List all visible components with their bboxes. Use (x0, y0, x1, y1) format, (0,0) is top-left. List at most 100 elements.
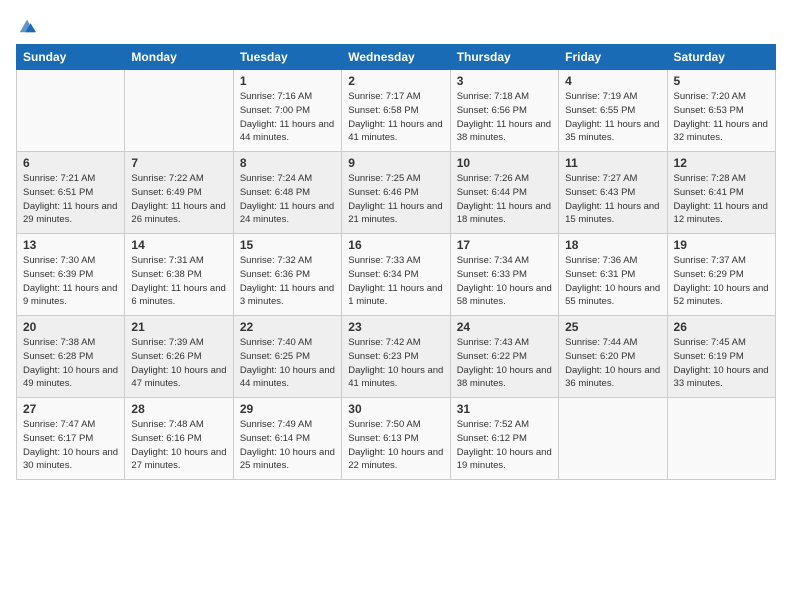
day-number: 27 (23, 402, 118, 416)
day-cell: 17 Sunrise: 7:34 AMSunset: 6:33 PMDayligh… (450, 234, 558, 316)
day-info: Sunrise: 7:48 AMSunset: 6:16 PMDaylight:… (131, 418, 226, 473)
day-number: 31 (457, 402, 552, 416)
day-cell: 12 Sunrise: 7:28 AMSunset: 6:41 PMDayligh… (667, 152, 775, 234)
day-cell: 29Sunrise: 7:49 AMSunset: 6:14 PMDayligh… (233, 398, 341, 480)
weekday-header-monday: Monday (125, 45, 233, 70)
day-info: Sunrise: 7:37 AMSunset: 6:29 PMDaylight:… (674, 254, 769, 309)
day-cell (125, 70, 233, 152)
day-cell: 8 Sunrise: 7:24 AMSunset: 6:48 PMDaylight… (233, 152, 341, 234)
day-cell: 9 Sunrise: 7:25 AMSunset: 6:46 PMDaylight… (342, 152, 450, 234)
day-info: Sunrise: 7:38 AMSunset: 6:28 PMDaylight:… (23, 336, 118, 391)
day-cell: 16Sunrise: 7:33 AMSunset: 6:34 PMDayligh… (342, 234, 450, 316)
day-cell: 13 Sunrise: 7:30 AMSunset: 6:39 PMDayligh… (17, 234, 125, 316)
weekday-header-tuesday: Tuesday (233, 45, 341, 70)
day-number: 14 (131, 238, 226, 252)
day-info: Sunrise: 7:52 AMSunset: 6:12 PMDaylight:… (457, 418, 552, 473)
day-cell: 26 Sunrise: 7:45 AMSunset: 6:19 PMDayligh… (667, 316, 775, 398)
day-cell: 31 Sunrise: 7:52 AMSunset: 6:12 PMDayligh… (450, 398, 558, 480)
day-number: 25 (565, 320, 660, 334)
day-cell: 21 Sunrise: 7:39 AMSunset: 6:26 PMDayligh… (125, 316, 233, 398)
day-info: Sunrise: 7:42 AMSunset: 6:23 PMDaylight:… (348, 336, 443, 391)
day-number: 6 (23, 156, 118, 170)
day-number: 17 (457, 238, 552, 252)
day-number: 28 (131, 402, 226, 416)
day-number: 5 (674, 74, 769, 88)
day-cell: 10 Sunrise: 7:26 AMSunset: 6:44 PMDayligh… (450, 152, 558, 234)
day-cell: 1Sunrise: 7:16 AMSunset: 7:00 PMDaylight… (233, 70, 341, 152)
day-info: Sunrise: 7:50 AMSunset: 6:13 PMDaylight:… (348, 418, 443, 473)
day-info: Sunrise: 7:22 AMSunset: 6:49 PMDaylight:… (131, 172, 226, 227)
day-number: 2 (348, 74, 443, 88)
day-info: Sunrise: 7:36 AMSunset: 6:31 PMDaylight:… (565, 254, 660, 309)
day-info: Sunrise: 7:34 AMSunset: 6:33 PMDaylight:… (457, 254, 552, 309)
day-number: 22 (240, 320, 335, 334)
header (16, 16, 776, 34)
day-info: Sunrise: 7:31 AMSunset: 6:38 PMDaylight:… (131, 254, 226, 309)
week-row-5: 27 Sunrise: 7:47 AMSunset: 6:17 PMDayligh… (17, 398, 776, 480)
day-info: Sunrise: 7:25 AMSunset: 6:46 PMDaylight:… (348, 172, 443, 227)
day-info: Sunrise: 7:19 AMSunset: 6:55 PMDaylight:… (565, 90, 660, 145)
day-info: Sunrise: 7:28 AMSunset: 6:41 PMDaylight:… (674, 172, 769, 227)
day-number: 24 (457, 320, 552, 334)
day-number: 21 (131, 320, 226, 334)
page: SundayMondayTuesdayWednesdayThursdayFrid… (0, 0, 792, 612)
day-info: Sunrise: 7:26 AMSunset: 6:44 PMDaylight:… (457, 172, 552, 227)
weekday-header-row: SundayMondayTuesdayWednesdayThursdayFrid… (17, 45, 776, 70)
day-cell: 6 Sunrise: 7:21 AMSunset: 6:51 PMDaylight… (17, 152, 125, 234)
day-cell: 3 Sunrise: 7:18 AMSunset: 6:56 PMDaylight… (450, 70, 558, 152)
day-info: Sunrise: 7:32 AMSunset: 6:36 PMDaylight:… (240, 254, 335, 309)
week-row-3: 13 Sunrise: 7:30 AMSunset: 6:39 PMDayligh… (17, 234, 776, 316)
logo (16, 16, 36, 34)
day-cell: 2 Sunrise: 7:17 AMSunset: 6:58 PMDaylight… (342, 70, 450, 152)
day-info: Sunrise: 7:40 AMSunset: 6:25 PMDaylight:… (240, 336, 335, 391)
day-cell: 23Sunrise: 7:42 AMSunset: 6:23 PMDayligh… (342, 316, 450, 398)
day-number: 12 (674, 156, 769, 170)
day-info: Sunrise: 7:45 AMSunset: 6:19 PMDaylight:… (674, 336, 769, 391)
day-info: Sunrise: 7:44 AMSunset: 6:20 PMDaylight:… (565, 336, 660, 391)
weekday-header-sunday: Sunday (17, 45, 125, 70)
logo-icon (18, 16, 36, 34)
day-number: 10 (457, 156, 552, 170)
weekday-header-saturday: Saturday (667, 45, 775, 70)
day-number: 18 (565, 238, 660, 252)
day-cell: 14 Sunrise: 7:31 AMSunset: 6:38 PMDayligh… (125, 234, 233, 316)
day-info: Sunrise: 7:21 AMSunset: 6:51 PMDaylight:… (23, 172, 118, 227)
day-number: 11 (565, 156, 660, 170)
day-info: Sunrise: 7:39 AMSunset: 6:26 PMDaylight:… (131, 336, 226, 391)
day-number: 8 (240, 156, 335, 170)
day-cell: 24 Sunrise: 7:43 AMSunset: 6:22 PMDayligh… (450, 316, 558, 398)
day-cell: 15Sunrise: 7:32 AMSunset: 6:36 PMDayligh… (233, 234, 341, 316)
week-row-2: 6 Sunrise: 7:21 AMSunset: 6:51 PMDaylight… (17, 152, 776, 234)
day-info: Sunrise: 7:17 AMSunset: 6:58 PMDaylight:… (348, 90, 443, 145)
day-info: Sunrise: 7:20 AMSunset: 6:53 PMDaylight:… (674, 90, 769, 145)
day-cell: 11 Sunrise: 7:27 AMSunset: 6:43 PMDayligh… (559, 152, 667, 234)
day-number: 9 (348, 156, 443, 170)
day-cell: 22 Sunrise: 7:40 AMSunset: 6:25 PMDayligh… (233, 316, 341, 398)
day-number: 1 (240, 74, 335, 88)
day-number: 20 (23, 320, 118, 334)
day-info: Sunrise: 7:18 AMSunset: 6:56 PMDaylight:… (457, 90, 552, 145)
day-number: 19 (674, 238, 769, 252)
day-cell (667, 398, 775, 480)
day-cell: 5 Sunrise: 7:20 AMSunset: 6:53 PMDaylight… (667, 70, 775, 152)
day-cell (17, 70, 125, 152)
day-cell (559, 398, 667, 480)
calendar-table: SundayMondayTuesdayWednesdayThursdayFrid… (16, 44, 776, 480)
week-row-1: 1Sunrise: 7:16 AMSunset: 7:00 PMDaylight… (17, 70, 776, 152)
day-number: 13 (23, 238, 118, 252)
day-cell: 30Sunrise: 7:50 AMSunset: 6:13 PMDayligh… (342, 398, 450, 480)
day-number: 26 (674, 320, 769, 334)
day-info: Sunrise: 7:30 AMSunset: 6:39 PMDaylight:… (23, 254, 118, 309)
day-info: Sunrise: 7:27 AMSunset: 6:43 PMDaylight:… (565, 172, 660, 227)
day-cell: 28 Sunrise: 7:48 AMSunset: 6:16 PMDayligh… (125, 398, 233, 480)
day-info: Sunrise: 7:43 AMSunset: 6:22 PMDaylight:… (457, 336, 552, 391)
day-info: Sunrise: 7:24 AMSunset: 6:48 PMDaylight:… (240, 172, 335, 227)
day-number: 3 (457, 74, 552, 88)
day-cell: 4Sunrise: 7:19 AMSunset: 6:55 PMDaylight… (559, 70, 667, 152)
day-info: Sunrise: 7:49 AMSunset: 6:14 PMDaylight:… (240, 418, 335, 473)
week-row-4: 20 Sunrise: 7:38 AMSunset: 6:28 PMDayligh… (17, 316, 776, 398)
day-info: Sunrise: 7:47 AMSunset: 6:17 PMDaylight:… (23, 418, 118, 473)
day-cell: 20 Sunrise: 7:38 AMSunset: 6:28 PMDayligh… (17, 316, 125, 398)
day-info: Sunrise: 7:33 AMSunset: 6:34 PMDaylight:… (348, 254, 443, 309)
weekday-header-friday: Friday (559, 45, 667, 70)
